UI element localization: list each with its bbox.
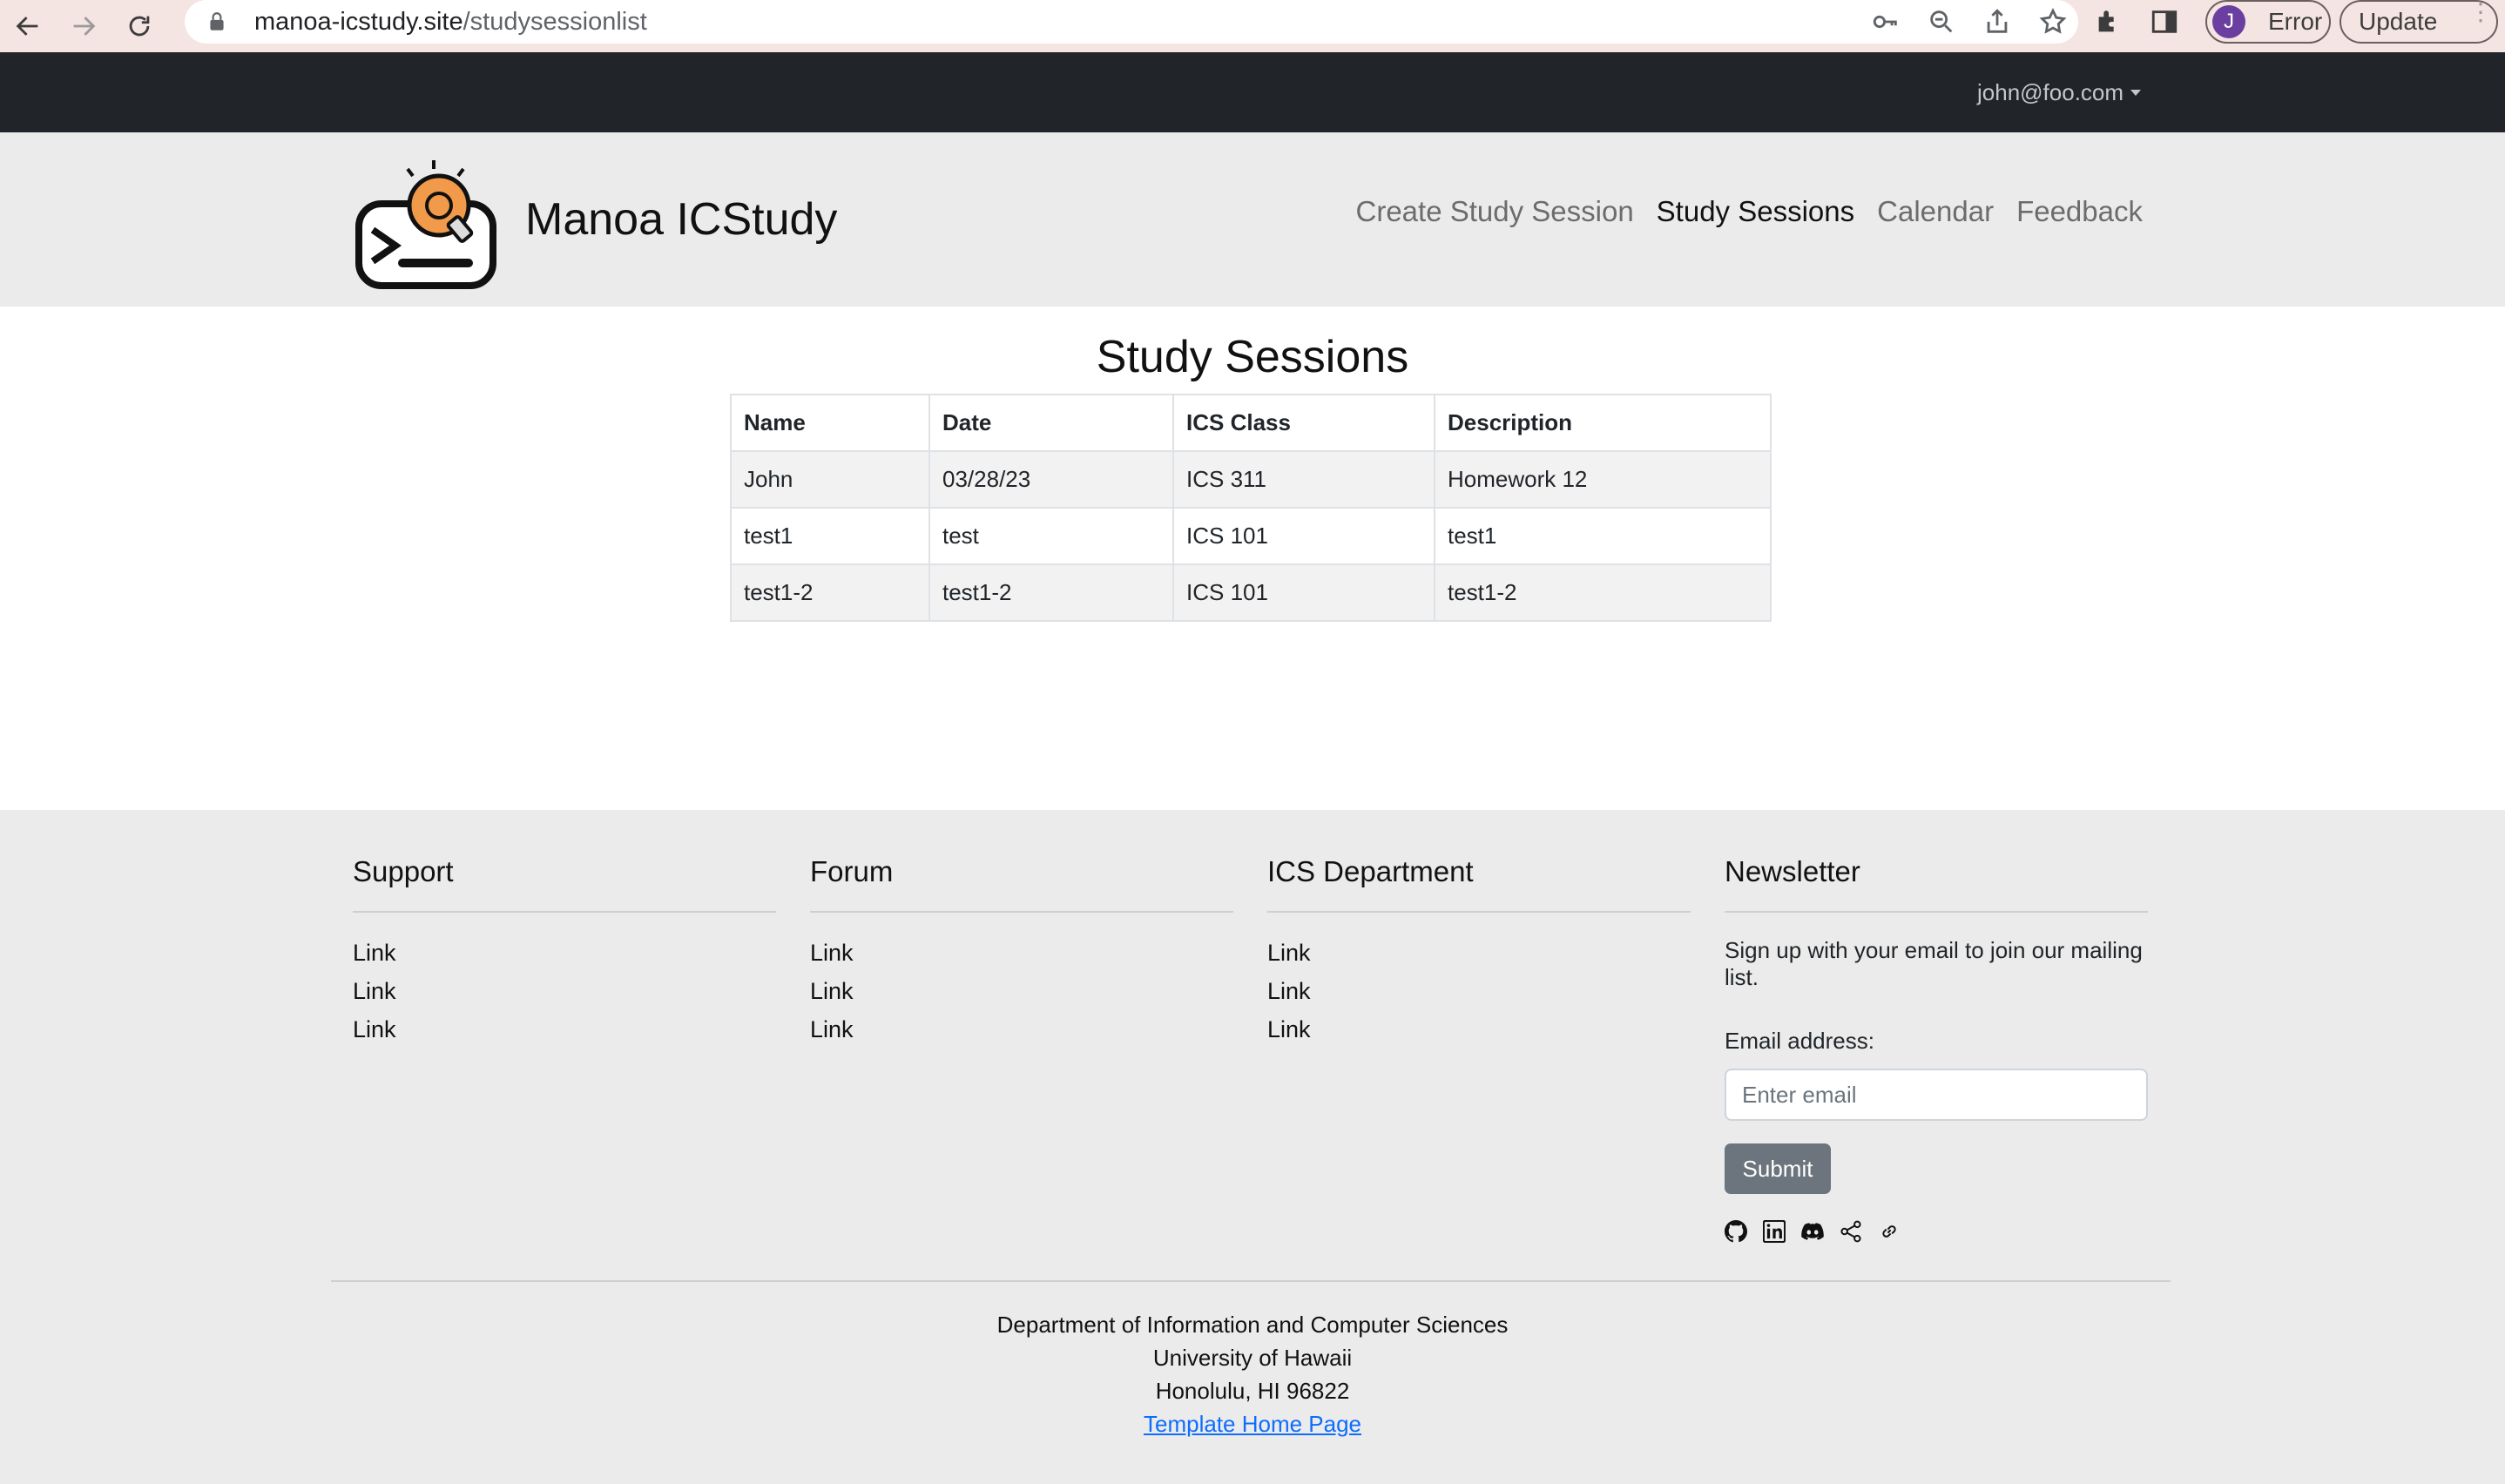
site-footer: Support Link Link Link Forum Link Link L… — [0, 810, 2505, 1484]
share-page-icon[interactable] — [1982, 7, 2012, 37]
page-title: Study Sessions — [1096, 332, 1409, 382]
footer-link[interactable]: Link — [1267, 1010, 1691, 1049]
user-dropdown[interactable]: john@foo.com — [1977, 52, 2142, 132]
back-button[interactable] — [0, 0, 56, 52]
cell-name: John — [730, 450, 930, 509]
column-header-name: Name — [730, 394, 930, 452]
profile-button[interactable]: J Error — [2205, 0, 2331, 44]
reload-button[interactable] — [111, 0, 167, 52]
nav-feedback[interactable]: Feedback — [2016, 195, 2143, 228]
lock-icon — [210, 12, 224, 30]
browser-toolbar: manoa-icstudy.site/studysessionlist J Er… — [0, 0, 2505, 52]
reload-icon — [129, 16, 150, 37]
url-text: manoa-icstudy.site/studysessionlist — [254, 7, 647, 36]
discord-icon[interactable] — [1801, 1220, 1824, 1243]
cell-name: test1 — [730, 507, 930, 565]
brand-title[interactable]: Manoa ICStudy — [525, 193, 837, 246]
footer-link[interactable]: Link — [1267, 972, 1691, 1010]
footer-column-forum: Forum Link Link Link — [810, 855, 1233, 1049]
zoom-icon[interactable] — [1927, 7, 1956, 37]
cell-description: test1 — [1434, 507, 1772, 565]
template-home-page-link[interactable]: Template Home Page — [1144, 1411, 1361, 1437]
nav-calendar[interactable]: Calendar — [1877, 195, 1994, 228]
update-label: Update — [2359, 8, 2438, 35]
main-nav: Create Study Session Study Sessions Cale… — [1356, 195, 2144, 228]
table-header-row: Name Date ICS Class Description — [730, 394, 1772, 452]
study-sessions-table: Name Date ICS Class Description John 03/… — [730, 394, 1772, 622]
email-field[interactable] — [1725, 1069, 2148, 1121]
table-row: John 03/28/23 ICS 311 Homework 12 — [730, 450, 1772, 509]
table-row: test1-2 test1-2 ICS 101 test1-2 — [730, 563, 1772, 622]
arrow-left-icon — [16, 17, 38, 36]
footer-heading: Forum — [810, 855, 1233, 913]
link-icon[interactable] — [1878, 1220, 1901, 1243]
footer-column-support: Support Link Link Link — [353, 855, 776, 1049]
address-line: University of Hawaii — [1152, 1345, 1353, 1371]
profile-status: Error — [2268, 8, 2323, 35]
column-header-date: Date — [928, 394, 1174, 452]
cell-date: test1-2 — [928, 563, 1174, 622]
key-icon[interactable] — [1871, 7, 1901, 37]
footer-link[interactable]: Link — [810, 972, 1233, 1010]
footer-column-newsletter: Newsletter Sign up with your email to jo… — [1725, 855, 2148, 1243]
footer-heading: Newsletter — [1725, 855, 2148, 913]
nav-create-study-session[interactable]: Create Study Session — [1356, 195, 1634, 228]
footer-link[interactable]: Link — [810, 1010, 1233, 1049]
footer-divider — [331, 1280, 2171, 1282]
cell-ics-class: ICS 311 — [1172, 450, 1435, 509]
extensions-icon[interactable] — [2094, 7, 2124, 37]
cell-name: test1-2 — [730, 563, 930, 622]
kebab-menu-icon[interactable]: ⋮ — [2468, 0, 2493, 24]
address-line: Department of Information and Computer S… — [996, 1312, 1509, 1338]
submit-button[interactable]: Submit — [1725, 1143, 1831, 1194]
share-icon[interactable] — [1840, 1220, 1862, 1243]
cell-description: test1-2 — [1434, 563, 1772, 622]
email-label: Email address: — [1725, 1028, 1874, 1054]
address-bar[interactable]: manoa-icstudy.site/studysessionlist — [185, 0, 2078, 44]
footer-link[interactable]: Link — [353, 972, 776, 1010]
footer-link[interactable]: Link — [353, 934, 776, 972]
linkedin-icon[interactable] — [1763, 1220, 1786, 1243]
address-line: Honolulu, HI 96822 — [1155, 1378, 1350, 1404]
site-header: Manoa ICStudy Create Study Session Study… — [0, 132, 2505, 307]
cell-date: 03/28/23 — [928, 450, 1174, 509]
forward-button[interactable] — [56, 0, 111, 52]
newsletter-text: Sign up with your email to join our mail… — [1725, 937, 2143, 990]
footer-link[interactable]: Link — [1267, 934, 1691, 972]
footer-address: Department of Information and Computer S… — [0, 1308, 2505, 1440]
logo-icon[interactable] — [354, 159, 502, 291]
side-panel-icon[interactable] — [2150, 7, 2179, 37]
arrow-right-icon — [73, 17, 96, 36]
bookmark-star-icon[interactable] — [2038, 7, 2068, 37]
social-links — [1725, 1220, 2148, 1243]
footer-heading: Support — [353, 855, 776, 913]
nav-study-sessions[interactable]: Study Sessions — [1657, 195, 1854, 228]
footer-column-ics-department: ICS Department Link Link Link — [1267, 855, 1691, 1049]
update-button[interactable]: Update ⋮ — [2340, 0, 2498, 44]
table-row: test1 test ICS 101 test1 — [730, 507, 1772, 565]
github-icon[interactable] — [1725, 1220, 1747, 1243]
footer-link[interactable]: Link — [810, 934, 1233, 972]
main-content: Study Sessions Name Date ICS Class Descr… — [0, 307, 2505, 810]
footer-link[interactable]: Link — [353, 1010, 776, 1049]
column-header-ics-class: ICS Class — [1172, 394, 1435, 452]
top-bar: john@foo.com — [0, 52, 2505, 132]
cell-ics-class: ICS 101 — [1172, 563, 1435, 622]
cell-ics-class: ICS 101 — [1172, 507, 1435, 565]
footer-heading: ICS Department — [1267, 855, 1691, 913]
cell-date: test — [928, 507, 1174, 565]
cell-description: Homework 12 — [1434, 450, 1772, 509]
column-header-description: Description — [1434, 394, 1772, 452]
caret-down-icon — [2130, 89, 2142, 96]
avatar: J — [2212, 5, 2245, 38]
user-email: john@foo.com — [1977, 78, 2124, 105]
